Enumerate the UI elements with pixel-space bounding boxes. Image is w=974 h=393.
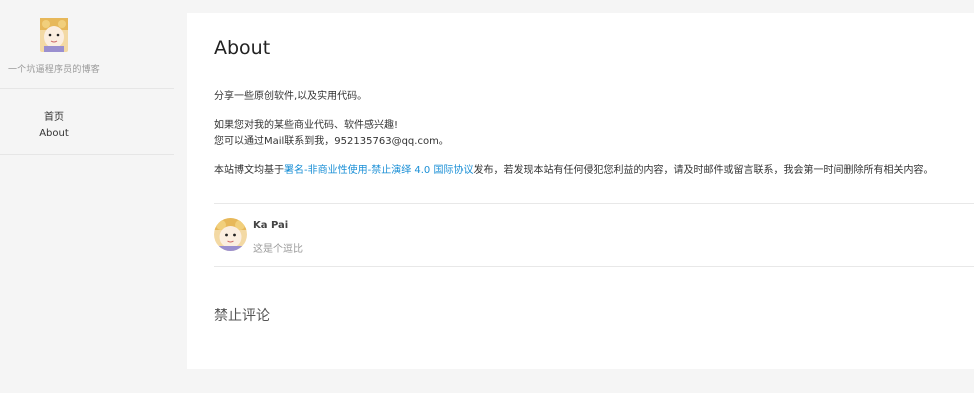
site-logo[interactable] [40,18,68,52]
intro-text: 分享一些原创软件,以及实用代码。 [214,91,368,102]
content-divider [214,266,974,267]
sidebar-divider [0,154,174,155]
author-avatar-icon [214,218,247,251]
contact-text-line2: 您可以通过Mail联系到我，952135763@qq.com。 [214,136,449,147]
author-avatar[interactable] [214,218,247,251]
sidebar-divider [0,88,174,89]
contact-text-line1: 如果您对我的某些商业代码、软件感兴趣! [214,120,399,131]
cartoon-logo-icon [40,18,68,52]
license-text: 本站博文均基于署名-非商业性使用-禁止演绎 4.0 国际协议发布，若发现本站有任… [214,163,933,178]
site-description: 一个坑逼程序员的博客 [7,65,100,75]
comments-closed-label: 禁止评论 [214,308,270,324]
content-divider [214,203,974,204]
author-bio: 这是个逗比 [253,244,303,255]
license-suffix: 发布，若发现本站有任何侵犯您利益的内容，请及时邮件或留言联系，我会第一时间删除所… [473,165,934,176]
author-name[interactable]: Ka Pai [253,220,288,231]
sidebar: 一个坑逼程序员的博客 首页 About [0,0,187,393]
license-prefix: 本站博文均基于 [214,165,284,176]
main-content: About 分享一些原创软件,以及实用代码。 如果您对我的某些商业代码、软件感兴… [187,13,974,369]
nav-item-about[interactable]: About [0,128,108,139]
page-title: About [214,37,271,59]
nav-item-home[interactable]: 首页 [0,108,108,123]
license-link[interactable]: 署名-非商业性使用-禁止演绎 4.0 国际协议 [284,165,473,176]
